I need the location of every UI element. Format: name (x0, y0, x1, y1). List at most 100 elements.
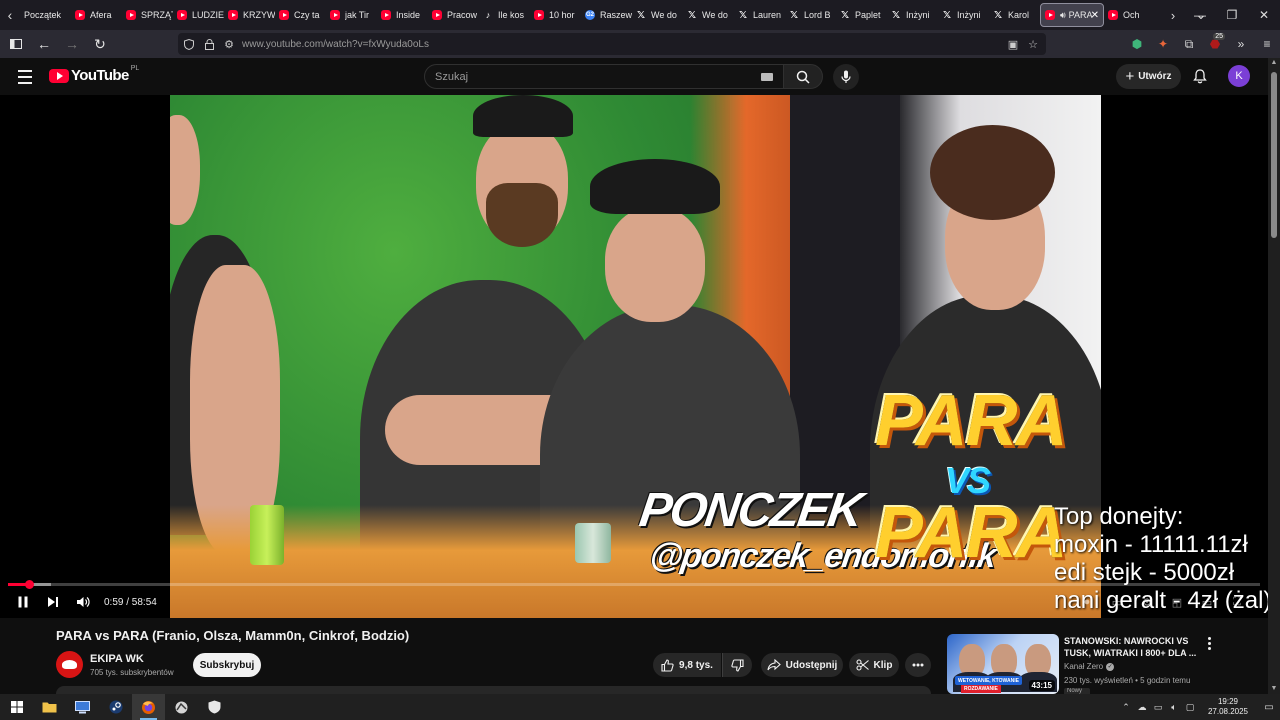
more-actions-button[interactable] (905, 653, 931, 677)
firefox-taskbar-icon[interactable] (132, 694, 165, 720)
file-explorer-icon[interactable] (33, 694, 66, 720)
clip-button[interactable]: Klip (849, 653, 899, 677)
browser-tab[interactable]: Inside (377, 3, 428, 27)
permissions-icon[interactable]: ⚙ (220, 33, 238, 55)
scroll-up-icon[interactable]: ▲ (1268, 58, 1280, 68)
network-icon[interactable]: ▭ (1150, 694, 1166, 720)
notifications-bell-icon[interactable] (1190, 66, 1210, 86)
browser-tab[interactable]: Początek (20, 3, 71, 27)
address-bar[interactable]: ⚙ www.youtube.com/watch?v=fxWyuda0oLs ▣ … (178, 33, 1046, 55)
tab-active[interactable]: 🔊︎ PARA ✕ (1040, 3, 1104, 27)
miniplayer-icon[interactable]: ◱ (1162, 591, 1192, 613)
ublock-icon[interactable]: ⬣ 25 (1202, 32, 1228, 56)
display-icon[interactable]: ▢ (1182, 694, 1198, 720)
browser-tab[interactable]: Pracow (428, 3, 479, 27)
scrollbar-thumb[interactable] (1271, 72, 1277, 238)
keyboard-icon[interactable] (761, 73, 773, 81)
browser-tab[interactable]: ♪ Ile kos (479, 3, 530, 27)
speaker-icon[interactable]: 🔈︎ (1166, 694, 1182, 720)
scroll-down-icon[interactable]: ▼ (1268, 684, 1280, 694)
browser-tab[interactable]: 𝕏 Lord B (785, 3, 836, 27)
app-icon[interactable] (165, 694, 198, 720)
lock-icon[interactable] (200, 33, 218, 55)
browser-tab[interactable]: Afera (71, 3, 122, 27)
dislike-button[interactable] (722, 653, 752, 677)
extensions-puzzle-icon[interactable]: ⧉ (1176, 32, 1202, 56)
video-player[interactable]: PONCZEK @ponczek_endomorfik PARA VS PARA… (0, 95, 1268, 618)
tab-close-icon[interactable]: ✕ (1091, 10, 1099, 21)
back-icon[interactable]: ← (32, 32, 56, 56)
channel-avatar[interactable] (56, 651, 83, 678)
bookmark-star-icon[interactable]: ☆ (1024, 33, 1042, 55)
windows-start-icon[interactable] (0, 694, 33, 720)
tab-scroll-right-icon[interactable]: › (1159, 0, 1187, 30)
browser-tab[interactable]: 𝕏 Paplet (836, 3, 887, 27)
restore-icon[interactable]: ❐ (1216, 0, 1248, 30)
url-text[interactable]: www.youtube.com/watch?v=fxWyuda0oLs (242, 39, 429, 50)
tab-audio-icon[interactable]: 🔊︎ (1060, 10, 1066, 21)
close-window-icon[interactable]: ✕ (1248, 0, 1280, 30)
browser-tab[interactable]: Czy ta (275, 3, 326, 27)
account-avatar[interactable]: K (1228, 65, 1250, 87)
cloud-icon[interactable]: ☁ (1134, 694, 1150, 720)
browser-tab[interactable]: jak Tir (326, 3, 377, 27)
recommended-title[interactable]: STANOWSKI: NAWROCKI VS TUSK, WIATRAKI I … (1064, 635, 1199, 659)
shield-app-icon[interactable] (198, 694, 231, 720)
extension-fox-icon[interactable]: ✦ (1150, 32, 1176, 56)
steam-icon[interactable] (99, 694, 132, 720)
browser-tab[interactable]: LUDZIE (173, 3, 224, 27)
autoplay-toggle-icon[interactable]: ● (1072, 591, 1102, 613)
tab-label: Raszew (600, 10, 632, 20)
browser-tab[interactable]: KRZYWE (224, 3, 275, 27)
recommended-thumbnail[interactable]: WETOWANIE, KTOWANIE ROZDAWANIE 43:15 (947, 634, 1059, 694)
page-scrollbar[interactable]: ▲ ▼ (1268, 58, 1280, 694)
tab-scroll-left-icon[interactable]: ‹ (0, 0, 20, 30)
video-frame[interactable]: PONCZEK @ponczek_endomorfik PARA VS PARA (170, 95, 1101, 618)
volume-button[interactable] (68, 591, 98, 613)
browser-tab[interactable]: 𝕏 Inżyni (887, 3, 938, 27)
subscribe-button[interactable]: Subskrybuj (193, 653, 261, 677)
reload-icon[interactable]: ↻ (88, 32, 112, 56)
forward-icon[interactable]: → (60, 32, 84, 56)
voice-search-button[interactable] (833, 64, 859, 90)
sidebar-toggle-icon[interactable] (4, 32, 28, 56)
more-tools-icon[interactable]: » (1228, 32, 1254, 56)
create-button[interactable]: + Utwórz (1116, 64, 1181, 89)
browser-tab[interactable]: 𝕏 Lauren (734, 3, 785, 27)
youtube-logo[interactable]: YouTube PL (49, 65, 139, 84)
vpn-shield-icon[interactable]: ⬢ (1124, 32, 1150, 56)
browser-tab[interactable]: SPRZĄTANIE (122, 3, 173, 27)
notification-center-icon[interactable]: ▭ (1258, 694, 1280, 720)
recommended-menu-icon[interactable] (1202, 636, 1216, 650)
tracking-shield-icon[interactable] (180, 33, 198, 55)
progress-scrubber[interactable] (25, 580, 35, 589)
theater-mode-icon[interactable]: ▭ (1192, 591, 1222, 613)
browser-tab[interactable]: 𝕏 Karol (989, 3, 1040, 27)
browser-tab[interactable]: 𝕏 Inżyni (938, 3, 989, 27)
browser-tab[interactable]: G2 Raszew (581, 3, 632, 27)
clock[interactable]: 19:29 27.08.2025 (1198, 697, 1258, 717)
search-button[interactable] (783, 64, 823, 89)
picture-in-picture-icon[interactable]: ▣ (1004, 33, 1022, 55)
subtitles-icon[interactable]: ▭ (1102, 591, 1132, 613)
next-button[interactable] (38, 591, 68, 613)
progress-bar[interactable] (8, 580, 1260, 589)
fullscreen-icon[interactable]: ⛶ (1222, 591, 1252, 613)
pause-button[interactable] (8, 591, 38, 613)
like-button[interactable]: 9,8 tys. (653, 653, 721, 677)
recommended-channel[interactable]: Kanał Zero ✓ (1064, 662, 1115, 671)
browser-tab[interactable]: Och (1104, 3, 1155, 27)
browser-tab[interactable]: 𝕏 We do (683, 3, 734, 27)
channel-name[interactable]: EKIPA WK (90, 653, 144, 665)
app-menu-icon[interactable]: ≡ (1254, 32, 1280, 56)
browser-tab[interactable]: 𝕏 We do (632, 3, 683, 27)
tab-list: Początek Afera SPRZĄTANIE LUDZIE KRZYWE Czy t… (20, 0, 1155, 30)
hamburger-menu-icon[interactable] (14, 66, 36, 88)
browser-tab[interactable]: 10 hor (530, 3, 581, 27)
search-input[interactable] (435, 70, 735, 83)
computer-app-icon[interactable] (66, 694, 99, 720)
share-button[interactable]: Udostępnij (761, 653, 843, 677)
show-hidden-icons-icon[interactable]: ⌃ (1118, 694, 1134, 720)
minimize-icon[interactable]: — (1184, 0, 1216, 30)
settings-icon[interactable]: ⚙ (1132, 591, 1162, 613)
